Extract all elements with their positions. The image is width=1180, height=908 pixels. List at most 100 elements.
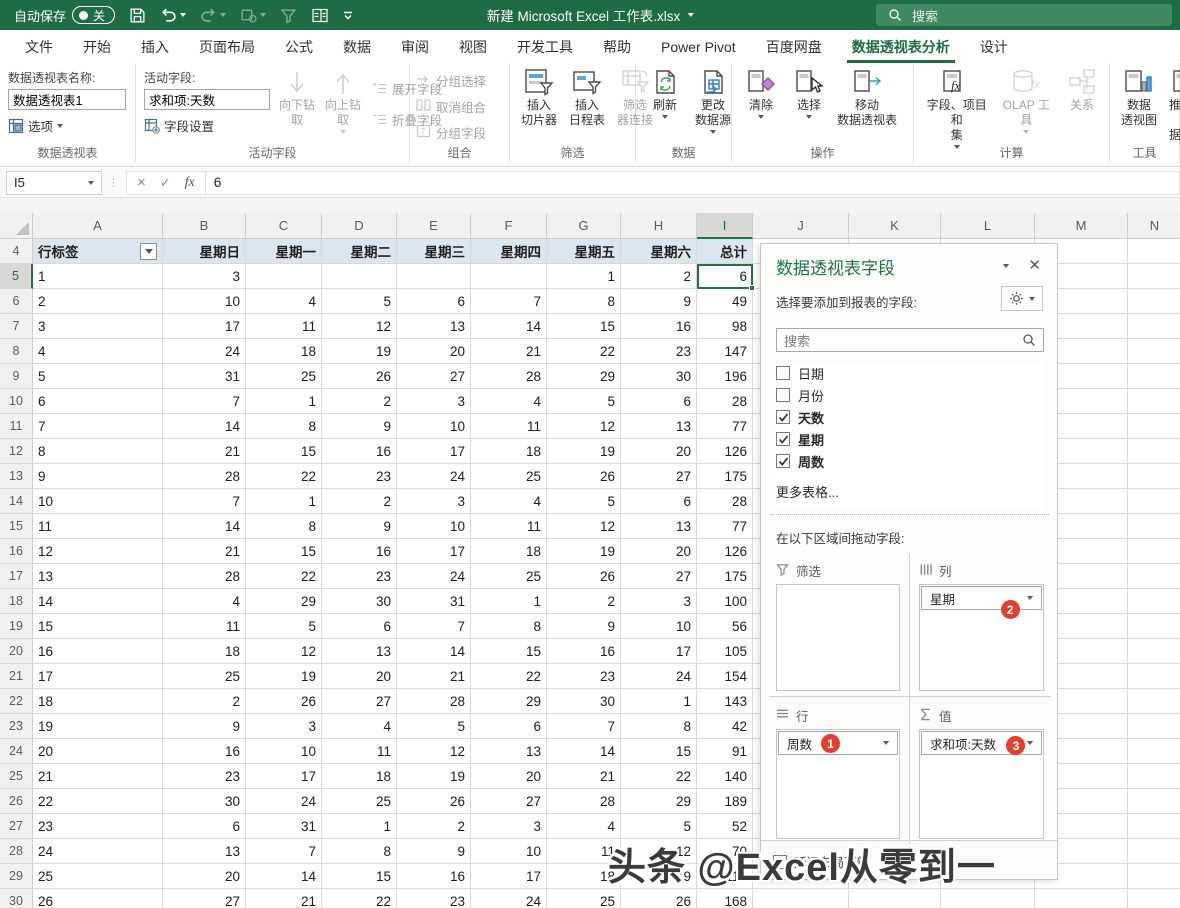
cell-D24[interactable]: 11 — [322, 739, 397, 764]
cell-A17[interactable]: 13 — [33, 564, 163, 589]
empty-cell[interactable] — [1128, 264, 1180, 289]
empty-cell[interactable] — [1128, 239, 1180, 264]
cell-H25[interactable]: 22 — [621, 764, 697, 789]
empty-cell[interactable] — [1128, 314, 1180, 339]
cell-F22[interactable]: 29 — [471, 689, 547, 714]
cell-B23[interactable]: 9 — [163, 714, 246, 739]
column-header-E[interactable]: E — [397, 213, 471, 239]
cell-E21[interactable]: 21 — [397, 664, 471, 689]
cell-G22[interactable]: 30 — [547, 689, 621, 714]
cell-F17[interactable]: 25 — [471, 564, 547, 589]
cell-A5[interactable]: 1 — [33, 264, 163, 289]
移动数据透视表-button[interactable]: 移动 数据透视表 — [834, 67, 900, 129]
cell-C11[interactable]: 8 — [246, 414, 322, 439]
cell-I14[interactable]: 28 — [697, 489, 753, 514]
cell-I16[interactable]: 126 — [697, 539, 753, 564]
cell-G15[interactable]: 12 — [547, 514, 621, 539]
cell-C15[interactable]: 8 — [246, 514, 322, 539]
save-icon[interactable] — [129, 7, 146, 24]
search-box[interactable]: 搜索 — [876, 4, 1172, 26]
cell-C23[interactable]: 3 — [246, 714, 322, 739]
field-checkbox-icon[interactable] — [776, 366, 790, 380]
tab-插入[interactable]: 插入 — [126, 30, 184, 63]
cell-I26[interactable]: 189 — [697, 789, 753, 814]
tab-公式[interactable]: 公式 — [270, 30, 328, 63]
cell-D22[interactable]: 27 — [322, 689, 397, 714]
cell-E14[interactable]: 3 — [397, 489, 471, 514]
row-labels-filter-button[interactable] — [140, 243, 157, 260]
插入切片器-button[interactable]: 插入 切片器 — [516, 67, 562, 129]
empty-cell[interactable] — [1128, 289, 1180, 314]
cell-I17[interactable]: 175 — [697, 564, 753, 589]
cell-D20[interactable]: 13 — [322, 639, 397, 664]
row-header-14[interactable]: 14 — [0, 489, 33, 514]
cell-H18[interactable]: 3 — [621, 589, 697, 614]
cell-G8[interactable]: 22 — [547, 339, 621, 364]
cell-C7[interactable]: 11 — [246, 314, 322, 339]
field-item-日期[interactable]: 日期 — [776, 362, 1044, 384]
empty-cell[interactable] — [1128, 839, 1180, 864]
cell-H16[interactable]: 20 — [621, 539, 697, 564]
row-header-30[interactable]: 30 — [0, 889, 33, 908]
cell-F5[interactable] — [471, 264, 547, 289]
select-all-corner[interactable] — [0, 213, 33, 239]
panel-close-icon[interactable]: ✕ — [1028, 256, 1041, 274]
empty-cell[interactable] — [849, 889, 941, 908]
cell-E7[interactable]: 13 — [397, 314, 471, 339]
cell-F9[interactable]: 28 — [471, 364, 547, 389]
chip-caret-icon[interactable] — [1027, 596, 1033, 600]
empty-cell[interactable] — [1128, 489, 1180, 514]
cell-G12[interactable]: 19 — [547, 439, 621, 464]
row-header-26[interactable]: 26 — [0, 789, 33, 814]
insert-function-icon[interactable]: fx — [185, 175, 195, 191]
empty-cell[interactable] — [1128, 764, 1180, 789]
field-chip-星期[interactable]: 星期2 — [921, 586, 1042, 610]
cell-E23[interactable]: 5 — [397, 714, 471, 739]
row-header-25[interactable]: 25 — [0, 764, 33, 789]
area-box-rows[interactable]: 周数1 — [776, 729, 900, 839]
cell-H17[interactable]: 27 — [621, 564, 697, 589]
qat-more-button[interactable] — [343, 10, 353, 20]
cell-I13[interactable]: 175 — [697, 464, 753, 489]
row-header-13[interactable]: 13 — [0, 464, 33, 489]
cell-B30[interactable]: 27 — [163, 889, 246, 908]
cell-B13[interactable]: 28 — [163, 464, 246, 489]
cell-C8[interactable]: 18 — [246, 339, 322, 364]
cell-A30[interactable]: 26 — [33, 889, 163, 908]
cell-D11[interactable]: 9 — [322, 414, 397, 439]
cell-G26[interactable]: 28 — [547, 789, 621, 814]
tab-开发工具[interactable]: 开发工具 — [502, 30, 588, 63]
cell-A21[interactable]: 17 — [33, 664, 163, 689]
tab-审阅[interactable]: 审阅 — [386, 30, 444, 63]
row-header-4[interactable]: 4 — [0, 239, 33, 264]
cell-E20[interactable]: 14 — [397, 639, 471, 664]
autosave-toggle[interactable]: 自动保存 关 — [14, 6, 115, 25]
cell-I30[interactable]: 168 — [697, 889, 753, 908]
tab-页面布局[interactable]: 页面布局 — [184, 30, 270, 63]
cell-B25[interactable]: 23 — [163, 764, 246, 789]
cell-F12[interactable]: 18 — [471, 439, 547, 464]
row-header-10[interactable]: 10 — [0, 389, 33, 414]
cell-H24[interactable]: 15 — [621, 739, 697, 764]
cell-D17[interactable]: 23 — [322, 564, 397, 589]
field-checkbox-icon[interactable] — [776, 432, 790, 446]
cell-F11[interactable]: 11 — [471, 414, 547, 439]
tab-视图[interactable]: 视图 — [444, 30, 502, 63]
cell-G11[interactable]: 12 — [547, 414, 621, 439]
cell-B19[interactable]: 11 — [163, 614, 246, 639]
字段、项目和集-button[interactable]: fx字段、项目和 集 — [920, 67, 994, 150]
empty-cell[interactable] — [1128, 614, 1180, 639]
column-header-H[interactable]: H — [621, 213, 697, 239]
cell-H23[interactable]: 8 — [621, 714, 697, 739]
cell-C25[interactable]: 17 — [246, 764, 322, 789]
cell-I22[interactable]: 143 — [697, 689, 753, 714]
cell-D25[interactable]: 18 — [322, 764, 397, 789]
插入日程表-button[interactable]: 插入 日程表 — [564, 67, 610, 129]
empty-cell[interactable] — [1128, 864, 1180, 889]
cell-E22[interactable]: 28 — [397, 689, 471, 714]
cell-D13[interactable]: 23 — [322, 464, 397, 489]
cell-B18[interactable]: 4 — [163, 589, 246, 614]
cell-E18[interactable]: 31 — [397, 589, 471, 614]
cell-I8[interactable]: 147 — [697, 339, 753, 364]
刷新-button[interactable]: 刷新 — [642, 67, 688, 120]
